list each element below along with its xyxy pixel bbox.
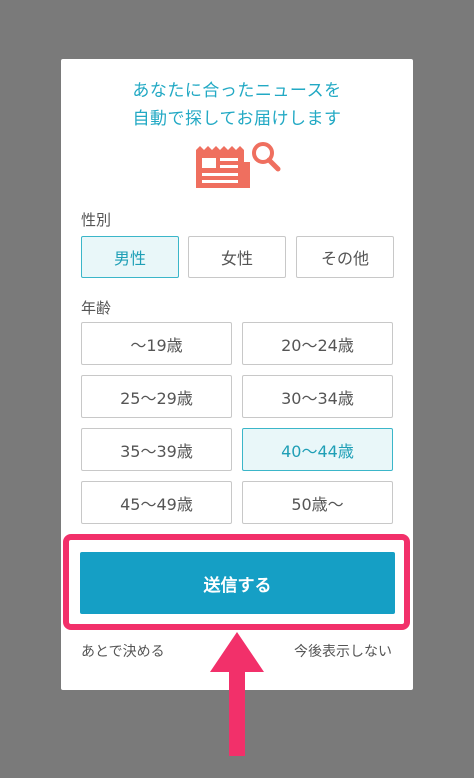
newspaper-search-icon: [190, 136, 282, 198]
submit-button[interactable]: 送信する: [80, 552, 395, 614]
decide-later-link[interactable]: あとで決める: [81, 643, 165, 661]
gender-label: 性別: [81, 211, 112, 229]
headline-line-2: 自動で探してお届けします: [132, 109, 342, 129]
age-option-35-39[interactable]: 35〜39歳: [81, 428, 232, 471]
age-option-25-29[interactable]: 25〜29歳: [81, 375, 232, 418]
gender-option-other[interactable]: その他: [296, 236, 394, 278]
up-arrow-icon: [207, 630, 267, 762]
dialog-headline: あなたに合ったニュースを 自動で探してお届けします: [61, 77, 413, 133]
age-label: 年齢: [81, 299, 112, 317]
age-option-40-44[interactable]: 40〜44歳: [242, 428, 393, 471]
gender-option-female[interactable]: 女性: [188, 236, 286, 278]
age-option-20-24[interactable]: 20〜24歳: [242, 322, 393, 365]
age-option-45-49[interactable]: 45〜49歳: [81, 481, 232, 524]
headline-line-1: あなたに合ったニュースを: [132, 81, 342, 101]
never-show-link[interactable]: 今後表示しない: [294, 643, 392, 661]
age-option-50-plus[interactable]: 50歳〜: [242, 481, 393, 524]
age-option-30-34[interactable]: 30〜34歳: [242, 375, 393, 418]
gender-option-male[interactable]: 男性: [81, 236, 179, 278]
age-option-under-19[interactable]: 〜19歳: [81, 322, 232, 365]
